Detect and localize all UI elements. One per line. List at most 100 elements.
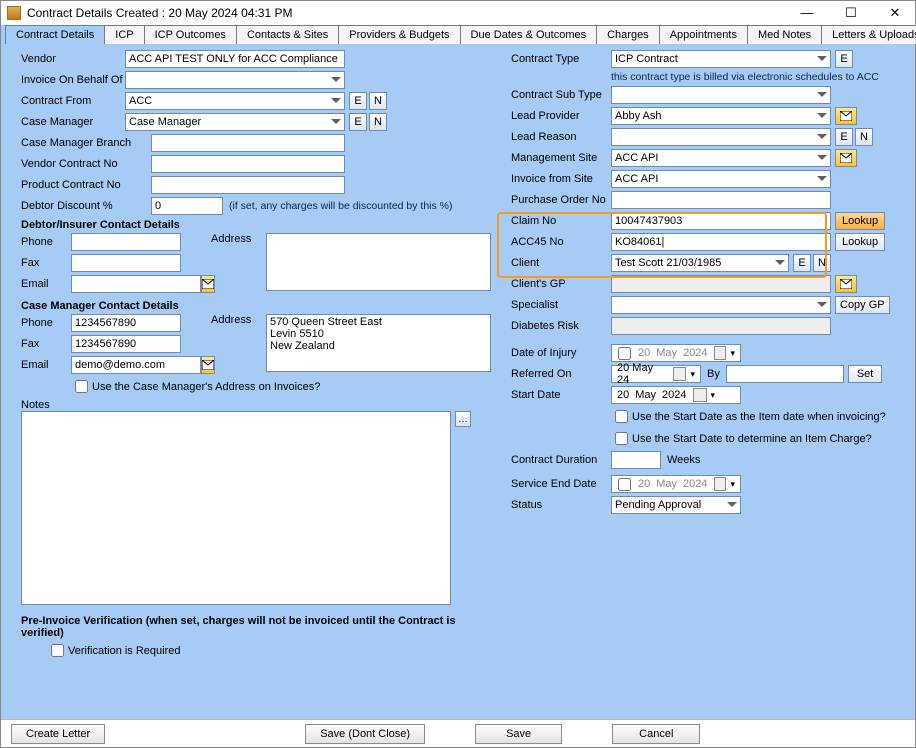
save-dont-close-button[interactable]: Save (Dont Close): [305, 724, 425, 744]
notes-textarea[interactable]: [21, 411, 451, 605]
label-referred: Referred On: [511, 368, 611, 380]
label-product-contract-no: Product Contract No: [21, 179, 125, 191]
calendar-icon: [714, 477, 727, 491]
calendar-icon: [714, 346, 727, 360]
cm-e-button[interactable]: E: [349, 113, 367, 131]
invoice-behalf-select[interactable]: [125, 71, 345, 89]
label-notes: Notes: [21, 399, 491, 411]
label-debtor-phone: Phone: [21, 236, 71, 248]
label-start: Start Date: [511, 389, 611, 401]
label-client: Client: [511, 257, 611, 269]
calendar-icon: [693, 388, 707, 402]
verification-required-checkbox[interactable]: [51, 644, 64, 657]
cm-address-textarea[interactable]: 570 Queen Street East Levin 5510 New Zea…: [266, 314, 491, 372]
tab-contacts-sites[interactable]: Contacts & Sites: [236, 25, 339, 44]
duration-input[interactable]: [611, 451, 661, 469]
create-letter-button[interactable]: Create Letter: [11, 724, 105, 744]
client-n-button[interactable]: N: [813, 254, 831, 272]
vendor-input[interactable]: [125, 50, 345, 68]
referred-by-input[interactable]: [726, 365, 844, 383]
tab-due-dates[interactable]: Due Dates & Outcomes: [460, 25, 598, 44]
case-manager-select[interactable]: Case Manager: [125, 113, 345, 131]
lead-provider-select[interactable]: Abby Ash: [611, 107, 831, 125]
debtor-email-input[interactable]: [71, 275, 201, 293]
acc45-input[interactable]: [611, 233, 831, 251]
window-title: Contract Details Created : 20 May 2024 0…: [27, 6, 793, 20]
lead-reason-e-button[interactable]: E: [835, 128, 853, 146]
use-startdate-itemdate-checkbox[interactable]: [615, 410, 628, 423]
label-contract-from: Contract From: [21, 95, 125, 107]
lead-reason-n-button[interactable]: N: [855, 128, 873, 146]
claim-lookup-button[interactable]: Lookup: [835, 212, 885, 230]
claim-no-input[interactable]: [611, 212, 831, 230]
label-weeks: Weeks: [667, 454, 700, 466]
label-use-itemcharge: Use the Start Date to determine an Item …: [632, 433, 872, 445]
debtor-discount-input[interactable]: [151, 197, 223, 215]
svc-end-enable-checkbox[interactable]: [618, 478, 631, 491]
label-duration: Contract Duration: [511, 454, 611, 466]
specialist-select[interactable]: [611, 296, 831, 314]
minimize-button[interactable]: —: [793, 5, 821, 21]
titlebar: Contract Details Created : 20 May 2024 0…: [1, 1, 915, 25]
referred-set-button[interactable]: Set: [848, 365, 883, 383]
debtor-contact-heading: Debtor/Insurer Contact Details: [21, 219, 491, 231]
lead-reason-select[interactable]: [611, 128, 831, 146]
sub-type-select[interactable]: [611, 86, 831, 104]
mgmt-site-select[interactable]: ACC API: [611, 149, 831, 167]
cm-branch-input[interactable]: [151, 134, 345, 152]
mgmt-site-mail-icon[interactable]: [835, 149, 857, 167]
doi-datepicker[interactable]: 20May2024▾: [611, 344, 741, 362]
label-claim-no: Claim No: [511, 215, 611, 227]
contract-from-select[interactable]: ACC: [125, 92, 345, 110]
acc45-lookup-button[interactable]: Lookup: [835, 233, 885, 251]
use-cm-address-checkbox[interactable]: [75, 380, 88, 393]
start-datepicker[interactable]: 20May2024▾: [611, 386, 741, 404]
label-debtor-email: Email: [21, 278, 71, 290]
debtor-fax-input[interactable]: [71, 254, 181, 272]
cm-phone-input[interactable]: [71, 314, 181, 332]
invoice-site-select[interactable]: ACC API: [611, 170, 831, 188]
product-contract-no-input[interactable]: [151, 176, 345, 194]
lead-provider-mail-icon[interactable]: [835, 107, 857, 125]
contract-from-e-button[interactable]: E: [349, 92, 367, 110]
label-lead-provider: Lead Provider: [511, 110, 611, 122]
save-button[interactable]: Save: [475, 724, 562, 744]
client-select[interactable]: Test Scott 21/03/1985: [611, 254, 789, 272]
cm-contact-heading: Case Manager Contact Details: [21, 300, 491, 312]
contract-type-select[interactable]: ICP Contract: [611, 50, 831, 68]
copy-gp-button[interactable]: Copy GP: [835, 296, 890, 314]
svc-end-datepicker[interactable]: 20May2024▾: [611, 475, 741, 493]
contract-from-n-button[interactable]: N: [369, 92, 387, 110]
tab-icp[interactable]: ICP: [104, 25, 144, 44]
contract-type-e-button[interactable]: E: [835, 50, 853, 68]
debtor-address-textarea[interactable]: [266, 233, 491, 291]
client-gp-mail-icon[interactable]: [835, 275, 857, 293]
client-e-button[interactable]: E: [793, 254, 811, 272]
tab-bar: Contract Details ICP ICP Outcomes Contac…: [1, 25, 915, 44]
cm-fax-input[interactable]: [71, 335, 181, 353]
tab-contract-details[interactable]: Contract Details: [5, 25, 105, 44]
cm-email-input[interactable]: [71, 356, 201, 374]
doi-enable-checkbox[interactable]: [618, 347, 631, 360]
po-no-input[interactable]: [611, 191, 831, 209]
contract-type-hint: this contract type is billed via electro…: [611, 71, 879, 83]
tab-icp-outcomes[interactable]: ICP Outcomes: [144, 25, 237, 44]
cancel-button[interactable]: Cancel: [612, 724, 700, 744]
close-button[interactable]: ✕: [881, 5, 909, 21]
maximize-button[interactable]: ☐: [837, 5, 865, 21]
tab-providers-budgets[interactable]: Providers & Budgets: [338, 25, 460, 44]
referred-datepicker[interactable]: 20 May 24▾: [611, 365, 701, 383]
notes-expand-button[interactable]: …: [455, 411, 471, 427]
cm-n-button[interactable]: N: [369, 113, 387, 131]
label-cm-address: Address: [211, 314, 266, 377]
label-case-manager: Case Manager: [21, 116, 125, 128]
tab-med-notes[interactable]: Med Notes: [747, 25, 822, 44]
status-select[interactable]: Pending Approval: [611, 496, 741, 514]
use-startdate-itemcharge-checkbox[interactable]: [615, 432, 628, 445]
debtor-phone-input[interactable]: [71, 233, 181, 251]
tab-charges[interactable]: Charges: [596, 25, 660, 44]
label-specialist: Specialist: [511, 299, 611, 311]
tab-letters-uploads[interactable]: Letters & Uploads: [821, 25, 916, 44]
vendor-contract-no-input[interactable]: [151, 155, 345, 173]
tab-appointments[interactable]: Appointments: [659, 25, 748, 44]
